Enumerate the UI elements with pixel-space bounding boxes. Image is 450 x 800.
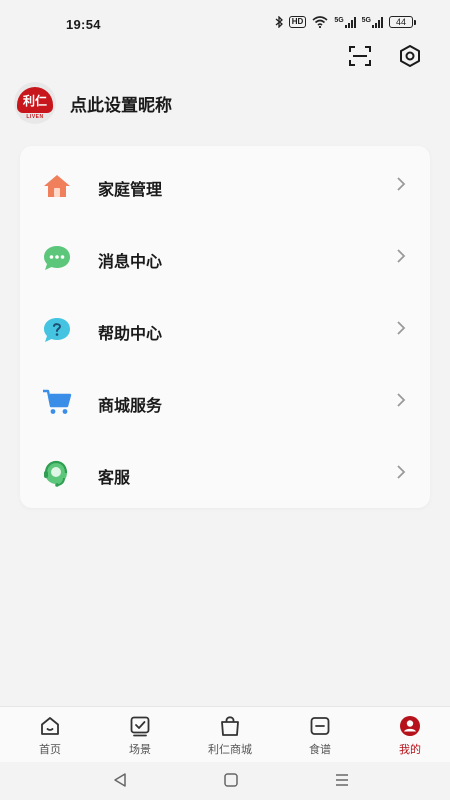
signal-2-icon: 5G [361,16,383,28]
help-icon [42,315,72,345]
status-bar: 19:54 HD 5G 5G 44 [0,0,450,44]
home-square-icon [224,773,238,787]
system-menu-button[interactable] [330,770,354,790]
signal-1-icon: 5G [334,16,356,28]
nav-tab-label: 食谱 [309,744,331,756]
menu-item-customer-service[interactable]: 客服 [20,444,430,504]
chevron-right-icon [397,393,406,407]
avatar: 利仁 LIVEN [14,82,56,124]
menu-item-message-center[interactable]: 消息中心 [20,228,430,288]
menu-card: 家庭管理 消息中心 帮助中心 商城服务 客服 [20,146,430,508]
scene-check-icon [130,716,150,737]
nav-tab-mall[interactable]: 利仁商城 [185,707,275,763]
chevron-right-icon [397,177,406,191]
brand-logo-subtext: LIVEN [26,114,44,120]
nav-tab-label: 首页 [39,744,61,756]
status-time: 19:54 [66,17,101,32]
nav-tab-label: 我的 [399,744,421,756]
menu-item-help-center[interactable]: 帮助中心 [20,300,430,360]
battery-icon: 44 [389,16,416,28]
customer-service-icon [42,459,72,489]
scan-icon [349,46,371,66]
nav-tab-label: 场景 [129,744,151,756]
brand-logo: 利仁 [17,87,53,113]
shopping-cart-icon [42,387,72,417]
status-icons: HD 5G 5G 44 [275,14,416,30]
system-back-button[interactable] [108,770,132,790]
menu-lines-icon [336,774,348,786]
battery-level: 44 [389,16,413,28]
back-triangle-icon [114,773,126,787]
bluetooth-icon [275,16,283,28]
chat-bubble-icon [42,243,72,273]
nickname-label: 点此设置昵称 [70,95,172,115]
menu-item-label: 商城服务 [98,398,163,415]
nav-tab-home[interactable]: 首页 [5,707,95,763]
user-profile-icon [400,716,420,736]
nav-tab-label: 利仁商城 [208,744,252,756]
nav-tab-scenes[interactable]: 场景 [95,707,185,763]
chevron-right-icon [397,249,406,263]
hd-badge: HD [288,16,307,28]
menu-item-label: 客服 [98,470,131,487]
system-nav-bar [0,762,450,800]
hexagon-settings-icon [400,45,420,67]
nav-tab-recipes[interactable]: 食谱 [275,707,365,763]
home-icon [42,171,72,201]
menu-item-label: 家庭管理 [98,182,163,199]
menu-item-family-management[interactable]: 家庭管理 [20,156,430,216]
chevron-right-icon [397,321,406,335]
network-label: 5G [334,16,344,24]
profile-header[interactable]: 利仁 LIVEN 点此设置昵称 [14,82,172,124]
shopping-bag-icon [221,716,239,736]
network-label-2: 5G [361,16,371,24]
home-outline-icon [41,717,59,735]
system-home-button[interactable] [219,770,243,790]
wifi-icon [312,16,328,28]
recipe-icon [310,717,330,735]
scan-button[interactable] [346,42,374,70]
menu-item-label: 消息中心 [98,254,163,271]
chevron-right-icon [397,465,406,479]
menu-item-mall-services[interactable]: 商城服务 [20,372,430,432]
menu-item-label: 帮助中心 [98,326,163,343]
nav-tab-mine[interactable]: 我的 [365,707,450,763]
bottom-nav: 首页 场景 利仁商城 食谱 我的 [0,706,450,763]
settings-button[interactable] [396,42,424,70]
